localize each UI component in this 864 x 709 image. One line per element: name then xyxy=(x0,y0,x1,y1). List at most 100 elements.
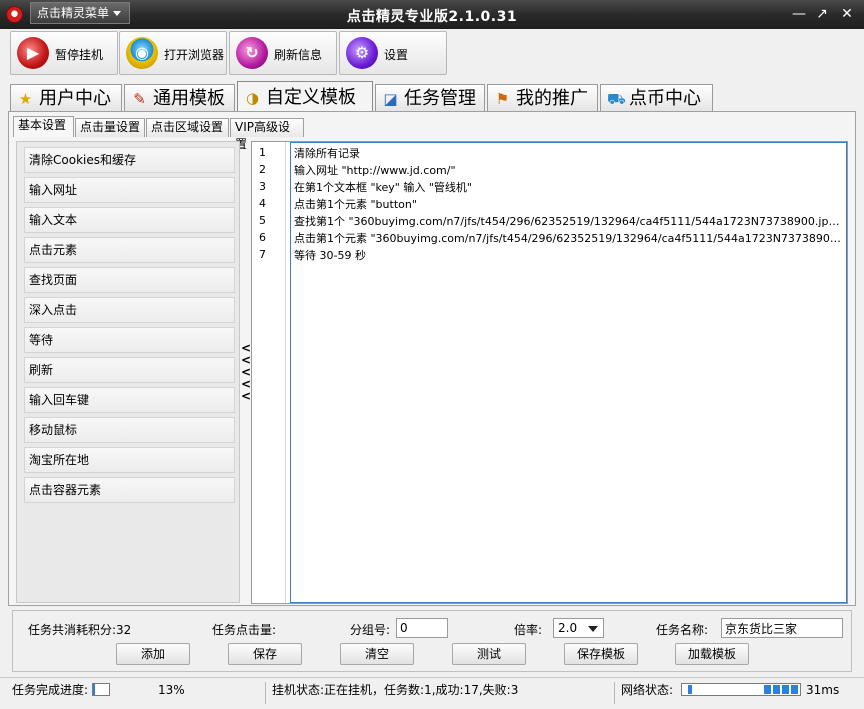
network-status-bar xyxy=(681,683,801,696)
close-icon[interactable]: ✕ xyxy=(838,5,856,23)
tab-task-management[interactable]: ◪ 任务管理 xyxy=(375,84,485,112)
total-points-label: 任务共消耗积分:32 xyxy=(28,623,132,637)
subtab-click-area[interactable]: 点击区域设置 xyxy=(146,118,229,137)
pause-icon: ▶ xyxy=(17,37,49,69)
main-menu-button[interactable]: 点击精灵菜单 xyxy=(30,2,130,24)
task-name-label: 任务名称: xyxy=(656,623,709,637)
title-bar: 点击精灵菜单 点击精灵专业版2.1.0.31 — ↗ ✕ xyxy=(0,0,864,29)
wand-icon: ✎ xyxy=(133,90,146,108)
load-template-button[interactable]: 加载模板 xyxy=(675,643,749,665)
tab-general-templates[interactable]: ✎ 通用模板 xyxy=(124,84,235,112)
line-number: 6 xyxy=(259,231,266,244)
line-number-gutter: 1 2 3 4 5 6 7 xyxy=(252,142,286,603)
rate-label: 倍率: xyxy=(514,623,543,637)
command-deep-click[interactable]: 深入点击 xyxy=(24,297,235,323)
script-line[interactable]: 点击第1个元素 "360buyimg.com/n7/jfs/t454/296/6… xyxy=(294,230,846,247)
script-line[interactable]: 在第1个文本框 "key" 输入 "管线机" xyxy=(294,179,846,196)
refresh-icon: ↻ xyxy=(236,37,268,69)
test-button[interactable]: 测试 xyxy=(452,643,526,665)
task-progress-fill xyxy=(93,684,95,695)
network-bar-marker xyxy=(688,685,692,694)
command-enter-text[interactable]: 输入文本 xyxy=(24,207,235,233)
gear-icon: ⚙ xyxy=(346,37,378,69)
pause-hangup-label: 暂停挂机 xyxy=(55,48,104,62)
script-editor: 1 2 3 4 5 6 7 清除所有记录 输入网址 "http://www.jd… xyxy=(251,141,848,604)
tab-label: 通用模板 xyxy=(153,88,225,109)
status-divider xyxy=(614,682,615,704)
tab-label: 我的推广 xyxy=(516,88,588,109)
command-taobao-location[interactable]: 淘宝所在地 xyxy=(24,447,235,473)
subtab-basic-settings[interactable]: 基本设置 xyxy=(13,116,74,137)
command-move-mouse[interactable]: 移动鼠标 xyxy=(24,417,235,443)
minimize-icon[interactable]: — xyxy=(790,5,808,23)
add-button[interactable]: 添加 xyxy=(116,643,190,665)
script-line[interactable]: 清除所有记录 xyxy=(294,145,846,162)
task-progress-bar xyxy=(92,683,110,696)
main-menu-label: 点击精灵菜单 xyxy=(37,6,110,20)
script-line[interactable]: 输入网址 "http://www.jd.com/" xyxy=(294,162,846,179)
network-status-label: 网络状态: xyxy=(621,683,674,697)
line-number: 4 xyxy=(259,197,266,210)
settings-button[interactable]: ⚙ 设置 xyxy=(339,31,447,75)
tab-label: 用户中心 xyxy=(39,88,111,109)
cart-icon: ⛟ xyxy=(607,90,626,108)
command-list: 清除Cookies和缓存 输入网址 输入文本 点击元素 查找页面 深入点击 等待… xyxy=(16,141,240,603)
tab-label: 自定义模板 xyxy=(266,87,356,108)
main-tabs: ★ 用户中心 ✎ 通用模板 ◑ 自定义模板 ◪ 任务管理 ⚑ 我的推广 ⛟ 点币… xyxy=(0,81,864,112)
pause-hangup-button[interactable]: ▶ 暂停挂机 xyxy=(10,31,118,75)
task-clicks-label: 任务点击量: xyxy=(212,623,277,637)
script-line[interactable]: 查找第1个 "360buyimg.com/n7/jfs/t454/296/623… xyxy=(294,213,846,230)
progress-label: 任务完成进度: xyxy=(12,683,89,697)
command-find-page[interactable]: 查找页面 xyxy=(24,267,235,293)
refresh-info-label: 刷新信息 xyxy=(274,48,323,62)
network-status-fill xyxy=(764,685,799,694)
tab-custom-templates[interactable]: ◑ 自定义模板 xyxy=(237,81,373,112)
network-latency: 31ms xyxy=(806,683,840,697)
group-number-input[interactable] xyxy=(396,618,448,638)
line-number: 3 xyxy=(259,180,266,193)
refresh-info-button[interactable]: ↻ 刷新信息 xyxy=(229,31,337,75)
command-wait[interactable]: 等待 xyxy=(24,327,235,353)
command-clear-cookies[interactable]: 清除Cookies和缓存 xyxy=(24,147,235,173)
chevron-down-icon xyxy=(113,11,121,16)
clear-button[interactable]: 清空 xyxy=(340,643,414,665)
open-browser-button[interactable]: ◉ 打开浏览器 xyxy=(119,31,227,75)
line-number: 7 xyxy=(259,248,266,261)
script-text-area[interactable]: 清除所有记录 输入网址 "http://www.jd.com/" 在第1个文本框… xyxy=(290,142,847,603)
script-line[interactable]: 点击第1个元素 "button" xyxy=(294,196,846,213)
line-number: 2 xyxy=(259,163,266,176)
line-number: 1 xyxy=(259,146,266,159)
hang-status-text: 挂机状态:正在挂机，任务数:1,成功:17,失败:3 xyxy=(272,683,519,697)
save-button[interactable]: 保存 xyxy=(228,643,302,665)
group-number-label: 分组号: xyxy=(350,623,391,637)
palette-icon: ◑ xyxy=(245,89,260,107)
arrow-left-icon[interactable]: < xyxy=(241,390,251,402)
promotion-icon: ⚑ xyxy=(495,90,510,108)
settings-label: 设置 xyxy=(384,48,409,62)
task-name-input[interactable] xyxy=(721,618,843,638)
browser-icon: ◉ xyxy=(126,37,158,69)
tab-label: 任务管理 xyxy=(404,88,476,109)
progress-percent: 13% xyxy=(158,683,185,697)
tab-label: 点币中心 xyxy=(629,88,701,109)
subtab-vip-advanced[interactable]: VIP高级设置 xyxy=(230,118,304,151)
command-press-enter[interactable]: 输入回车键 xyxy=(24,387,235,413)
command-enter-url[interactable]: 输入网址 xyxy=(24,177,235,203)
tab-coin-center[interactable]: ⛟ 点币中心 xyxy=(600,84,713,112)
task-icon: ◪ xyxy=(383,90,398,108)
tab-my-promotion[interactable]: ⚑ 我的推广 xyxy=(487,84,598,112)
command-click-container-element[interactable]: 点击容器元素 xyxy=(24,477,235,503)
command-click-element[interactable]: 点击元素 xyxy=(24,237,235,263)
status-divider xyxy=(265,682,266,704)
chevron-down-icon xyxy=(588,626,598,632)
rate-value: 2.0 xyxy=(558,621,578,635)
rate-select[interactable]: 2.0 xyxy=(553,618,604,638)
subtab-click-volume[interactable]: 点击量设置 xyxy=(75,118,145,137)
maximize-icon[interactable]: ↗ xyxy=(813,5,831,23)
open-browser-label: 打开浏览器 xyxy=(164,48,225,62)
tab-user-center[interactable]: ★ 用户中心 xyxy=(10,84,122,112)
line-number: 5 xyxy=(259,214,266,227)
command-refresh[interactable]: 刷新 xyxy=(24,357,235,383)
script-line[interactable]: 等待 30-59 秒 xyxy=(294,247,846,264)
save-template-button[interactable]: 保存模板 xyxy=(564,643,638,665)
